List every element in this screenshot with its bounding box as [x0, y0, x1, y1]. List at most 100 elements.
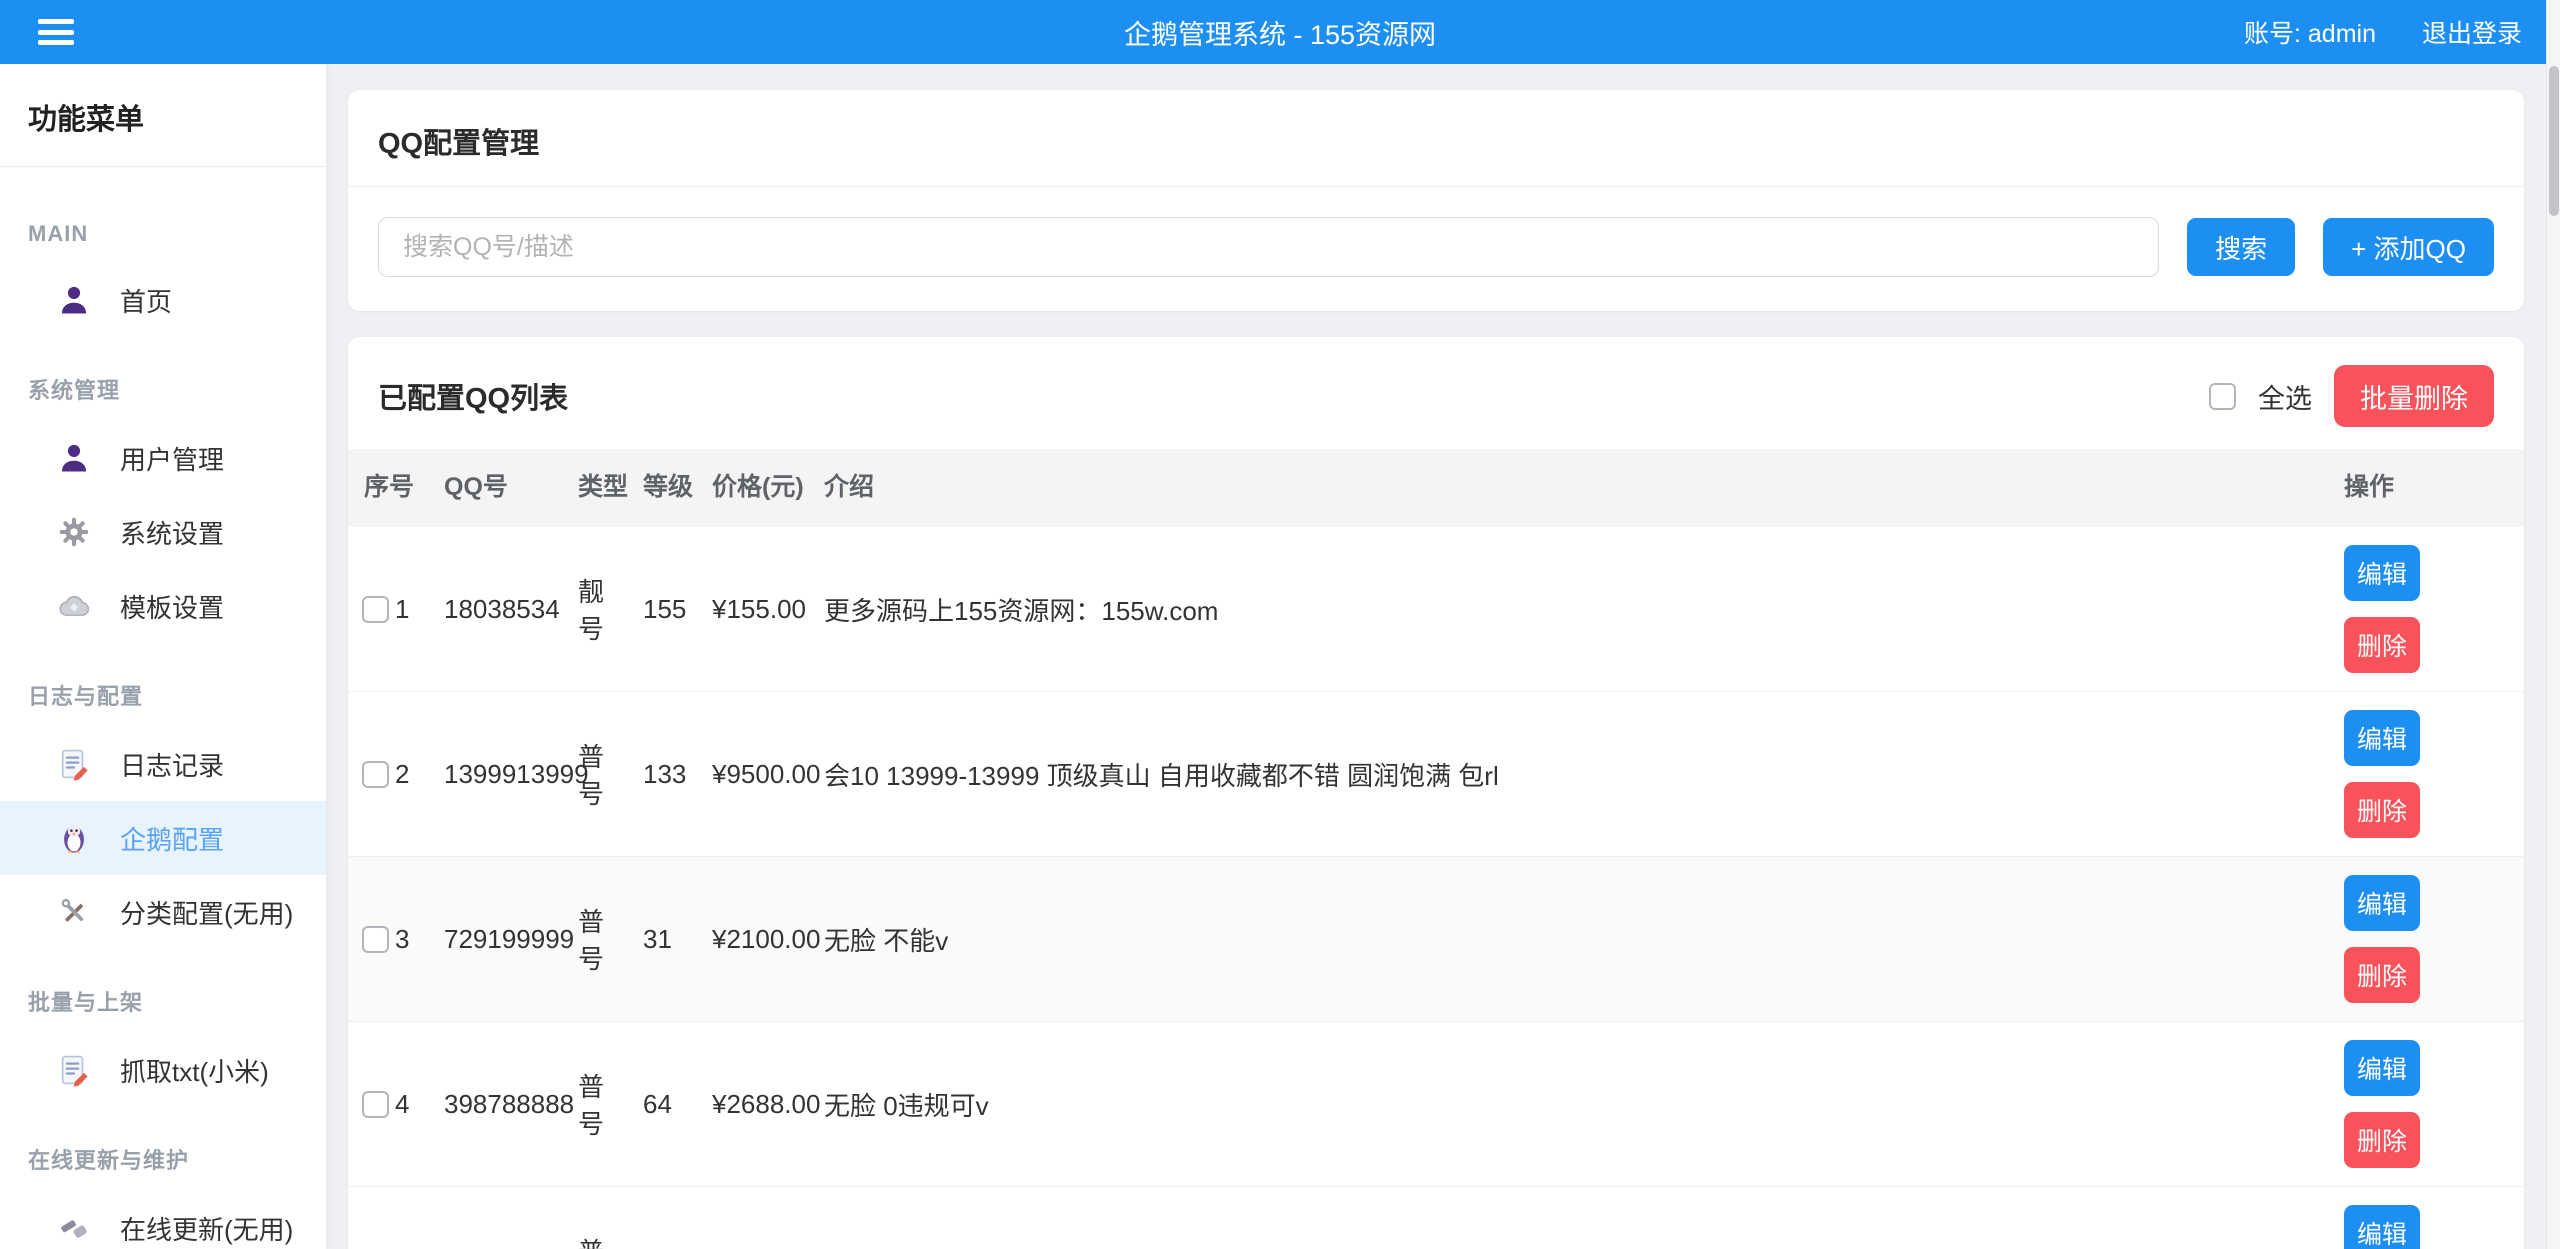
row-index: 1: [395, 594, 409, 625]
qq-desc: 更多源码上155资源网：155w.com: [824, 591, 2344, 628]
row-checkbox[interactable]: [362, 926, 389, 953]
gear-icon: [56, 514, 92, 550]
table-row: 2 1399913999 普号 133 ¥9500.00 会10 13999-1…: [348, 692, 2524, 857]
qq-list-panel: 已配置QQ列表 全选 批量删除 序号 QQ号 类型 等级 价格(元) 介绍 操作…: [348, 337, 2524, 1249]
sidebar-section: MAIN 首页: [0, 205, 326, 337]
qq-level: 31: [643, 924, 712, 955]
qq-price: ¥9500.00: [712, 759, 824, 790]
sidebar-section: 日志与配置 日志记录 企鹅配置 分类配置(无用): [0, 663, 326, 949]
top-header: 企鹅管理系统 - 155资源网 账号: admin 退出登录: [0, 0, 2560, 64]
sidebar-item[interactable]: 日志记录: [0, 727, 326, 801]
qq-level: 133: [643, 759, 712, 790]
sidebar-item[interactable]: 分类配置(无用): [0, 875, 326, 949]
qq-type: 普号: [578, 737, 643, 811]
edit-button[interactable]: 编辑: [2344, 1205, 2420, 1249]
qq-price: ¥2688.00: [712, 1089, 824, 1120]
memo-icon: [56, 746, 92, 782]
template-icon: [56, 588, 92, 624]
section-label: 批量与上架: [0, 969, 326, 1033]
section-label: 系统管理: [0, 357, 326, 421]
delete-button[interactable]: 删除: [2344, 617, 2420, 673]
sidebar-section: 系统管理 用户管理 系统设置 模板设置: [0, 357, 326, 643]
col-desc: 介绍: [824, 461, 2344, 515]
sidebar-item-label: 模板设置: [120, 588, 224, 625]
page-scrollbar[interactable]: [2546, 0, 2560, 1249]
search-input[interactable]: [378, 217, 2159, 277]
edit-button[interactable]: 编辑: [2344, 1040, 2420, 1096]
section-items: 在线更新(无用): [0, 1191, 326, 1249]
row-index: 2: [395, 759, 409, 790]
account-label: 账号: admin: [2244, 14, 2376, 50]
col-price: 价格(元): [712, 461, 824, 515]
qq-desc: 无脸 0违规可v: [824, 1086, 2344, 1123]
qq-config-panel: QQ配置管理 搜索 + 添加QQ: [348, 90, 2524, 311]
search-button[interactable]: 搜索: [2187, 218, 2295, 276]
section-items: 抓取txt(小米): [0, 1033, 326, 1107]
table-row: 1 18038534 靓号 155 ¥155.00 更多源码上155资源网：15…: [348, 527, 2524, 692]
row-checkbox[interactable]: [362, 596, 389, 623]
bolt-icon: [56, 1210, 92, 1246]
sidebar-item-label: 首页: [120, 282, 172, 319]
add-qq-button[interactable]: + 添加QQ: [2323, 218, 2494, 276]
qq-desc: 无脸 不能v: [824, 921, 2344, 958]
row-checkbox[interactable]: [362, 1091, 389, 1118]
qq-number: 398788888: [444, 1089, 578, 1120]
edit-button[interactable]: 编辑: [2344, 875, 2420, 931]
table-header: 序号 QQ号 类型 等级 价格(元) 介绍 操作: [348, 449, 2524, 527]
qq-type: 普号: [578, 1067, 643, 1141]
table-row: 5 358788888 普号 82 ¥2588.00 无脸 可 编辑 删除: [348, 1187, 2524, 1249]
page-title: QQ配置管理: [348, 90, 2524, 187]
qq-type: 普号: [578, 902, 643, 976]
sidebar-item-label: 系统设置: [120, 514, 224, 551]
col-level: 等级: [643, 461, 712, 515]
delete-button[interactable]: 删除: [2344, 782, 2420, 838]
sidebar-item[interactable]: 抓取txt(小米): [0, 1033, 326, 1107]
list-title: 已配置QQ列表: [378, 375, 568, 417]
sidebar-item-label: 企鹅配置: [120, 820, 224, 857]
batch-delete-button[interactable]: 批量删除: [2334, 365, 2494, 427]
sidebar-menu: MAIN 首页 系统管理 用户管理 系统设置 模板设置 日志与配置 日志记录 企…: [0, 167, 326, 1249]
sidebar-item-label: 在线更新(无用): [120, 1210, 293, 1247]
sidebar-item-label: 日志记录: [120, 746, 224, 783]
sidebar-item[interactable]: 系统设置: [0, 495, 326, 569]
sidebar-item[interactable]: 用户管理: [0, 421, 326, 495]
sidebar-title: 功能菜单: [0, 64, 326, 167]
delete-button[interactable]: 删除: [2344, 1112, 2420, 1168]
logout-link[interactable]: 退出登录: [2422, 14, 2522, 50]
row-index: 4: [395, 1089, 409, 1120]
col-actions: 操作: [2344, 461, 2524, 515]
section-items: 首页: [0, 263, 326, 337]
edit-button[interactable]: 编辑: [2344, 545, 2420, 601]
col-qq: QQ号: [444, 461, 578, 515]
tools-icon: [56, 894, 92, 930]
delete-button[interactable]: 删除: [2344, 947, 2420, 1003]
qq-level: 64: [643, 1089, 712, 1120]
sidebar-item[interactable]: 在线更新(无用): [0, 1191, 326, 1249]
col-type: 类型: [578, 461, 643, 515]
sidebar-item[interactable]: 首页: [0, 263, 326, 337]
qq-desc: 会10 13999-13999 顶级真山 自用收藏都不错 圆润饱满 包rl: [824, 756, 2344, 793]
edit-button[interactable]: 编辑: [2344, 710, 2420, 766]
qq-price: ¥155.00: [712, 594, 824, 625]
sidebar-item[interactable]: 企鹅配置: [0, 801, 326, 875]
user-icon: [56, 440, 92, 476]
sidebar-item[interactable]: 模板设置: [0, 569, 326, 643]
sidebar-section: 在线更新与维护 在线更新(无用): [0, 1127, 326, 1249]
qq-type: 普号: [578, 1232, 643, 1249]
section-label: MAIN: [0, 205, 326, 263]
penguin-icon: [56, 820, 92, 856]
scrollbar-thumb[interactable]: [2549, 66, 2559, 216]
sidebar: 功能菜单 MAIN 首页 系统管理 用户管理 系统设置 模板设置 日志与配置 日…: [0, 64, 326, 1249]
col-index: 序号: [348, 461, 444, 515]
row-checkbox[interactable]: [362, 761, 389, 788]
table-row: 4 398788888 普号 64 ¥2688.00 无脸 0违规可v 编辑 删…: [348, 1022, 2524, 1187]
select-all-checkbox[interactable]: [2209, 383, 2236, 410]
app-title: 企鹅管理系统 - 155资源网: [0, 13, 2560, 52]
main-content: QQ配置管理 搜索 + 添加QQ 已配置QQ列表 全选 批量删除 序号 QQ号 …: [326, 64, 2560, 1249]
sidebar-item-label: 用户管理: [120, 440, 224, 477]
memo-icon: [56, 1052, 92, 1088]
qq-price: ¥2100.00: [712, 924, 824, 955]
menu-icon[interactable]: [38, 19, 74, 45]
table-row: 3 729199999 普号 31 ¥2100.00 无脸 不能v 编辑 删除: [348, 857, 2524, 1022]
qq-number: 729199999: [444, 924, 578, 955]
